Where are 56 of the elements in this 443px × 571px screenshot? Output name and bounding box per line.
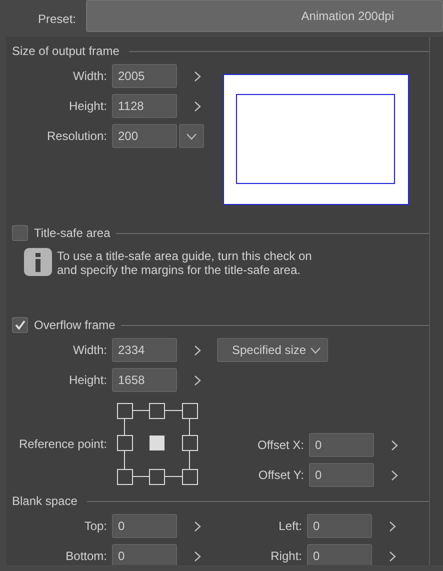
dropdown-button[interactable] [178, 124, 204, 148]
number-field[interactable]: 200 [112, 124, 177, 148]
info-icon [24, 248, 52, 276]
field-label: Top: [83, 519, 108, 533]
chevron-icon [194, 100, 200, 112]
checkbox[interactable] [12, 317, 28, 333]
section-heading: Size of output frame [12, 44, 120, 58]
reference-point[interactable] [182, 435, 198, 451]
field-label: Offset X: [256, 438, 305, 452]
number-field[interactable]: 0 [112, 544, 177, 565]
field-label: Width: [72, 69, 108, 83]
reference-point[interactable] [117, 403, 133, 419]
chevron-icon [388, 550, 396, 562]
preset-dropdown[interactable]: Animation 200dpi [86, 0, 443, 32]
chevron-icon [390, 440, 398, 450]
number-field[interactable]: 0 [307, 514, 372, 538]
number-field[interactable]: 0 [309, 463, 374, 487]
number-field[interactable]: 0 [307, 544, 372, 565]
checkbox-label: Overflow frame [34, 318, 116, 332]
field-label: Resolution: [46, 129, 108, 143]
caret-icon [310, 346, 321, 354]
chevron-icon [194, 550, 200, 562]
connector-lines [124, 410, 190, 477]
reference-point[interactable] [149, 403, 165, 419]
reference-point[interactable] [182, 403, 198, 419]
preset-label: Preset: [36, 12, 76, 26]
chevron-icon [194, 70, 200, 82]
info-text: To use a title-safe area guide, turn this check on and specify the margins for the title-safe area. [57, 249, 313, 277]
section-heading: Blank space [12, 494, 78, 508]
checkbox[interactable] [12, 225, 28, 241]
reference-point[interactable] [117, 435, 133, 451]
field-label: Height: [68, 373, 108, 387]
field-label: Right: [270, 549, 303, 563]
number-field[interactable]: 2334 [112, 338, 177, 362]
field-label: Height: [68, 99, 108, 113]
field-label: Offset Y: [257, 468, 305, 482]
number-field[interactable]: 1128 [112, 94, 177, 118]
size-mode-dropdown[interactable]: Specified size [217, 338, 328, 362]
reference-point[interactable] [149, 469, 165, 485]
reference-point[interactable] [182, 469, 198, 485]
caret-icon [186, 132, 196, 140]
field-label: Bottom: [64, 549, 108, 563]
field-label: Left: [278, 519, 303, 533]
number-field[interactable]: 0 [309, 433, 374, 457]
checkbox-label: Title-safe area [34, 226, 110, 240]
number-field[interactable]: 2005 [112, 64, 177, 88]
chevron-icon [194, 344, 200, 356]
chevron-icon [194, 374, 200, 386]
number-field[interactable]: 1658 [112, 368, 177, 392]
number-field[interactable]: 0 [112, 514, 177, 538]
chevron-icon [194, 520, 200, 532]
field-label: Reference point: [18, 436, 108, 453]
chevron-icon [390, 470, 398, 480]
field-label: Width: [72, 343, 108, 357]
reference-point[interactable] [117, 469, 133, 485]
chevron-icon [388, 520, 396, 532]
